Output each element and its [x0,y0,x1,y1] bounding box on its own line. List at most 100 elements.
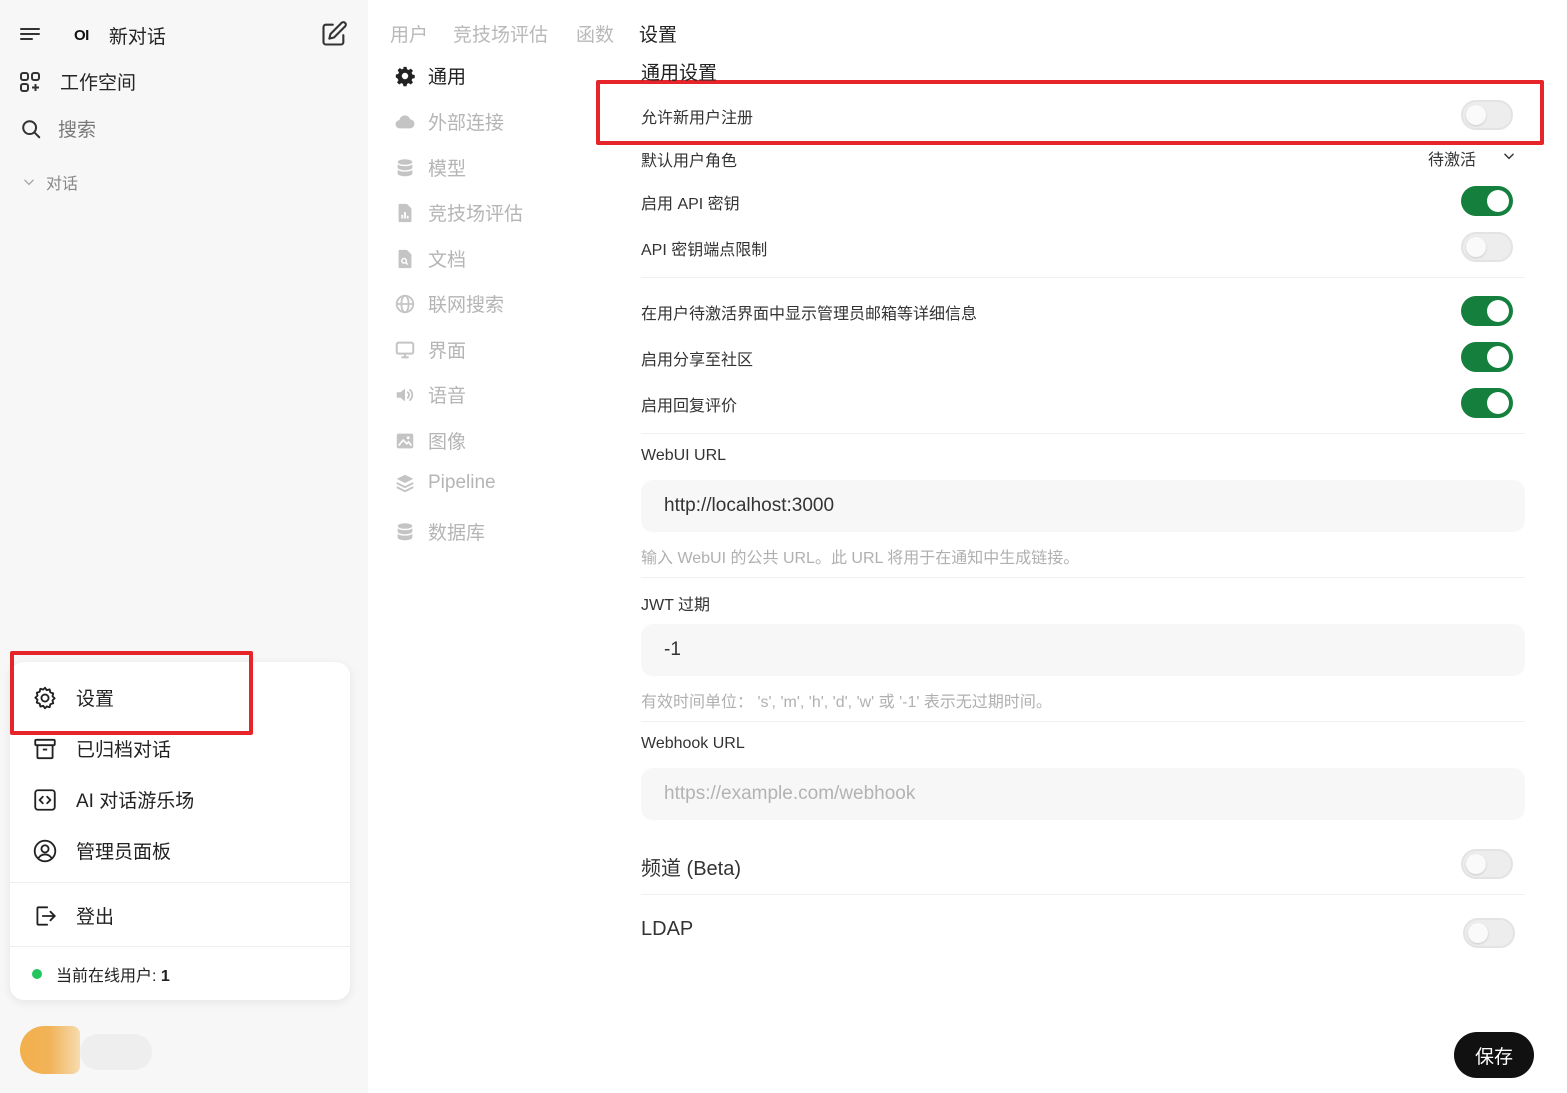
toggle-knob [1487,190,1509,212]
nav-interface-label: 界面 [428,341,467,362]
allow-signup-label: 允许新用户注册 [641,110,754,127]
show-admin-details-label: 在用户待激活界面中显示管理员邮箱等详细信息 [641,306,978,323]
archived-chats-label: 已归档对话 [76,740,172,761]
settings-menu-item[interactable]: 设置 [32,684,114,711]
enable-api-key-toggle[interactable] [1461,186,1513,216]
ldap-label: LDAP [641,918,694,940]
nav-pipelines[interactable]: Pipeline [394,472,496,494]
section-divider [641,721,1525,722]
workspace-label: 工作空间 [60,73,137,94]
database-icon [394,157,416,179]
webui-url-input[interactable]: http://localhost:3000 [641,480,1525,532]
tab-settings[interactable]: 设置 [639,20,677,47]
channels-toggle[interactable] [1461,849,1513,879]
avatar[interactable] [20,1026,80,1074]
app-logo: OI [74,27,89,44]
search-link[interactable]: 搜索 [20,115,96,142]
workspace-link[interactable]: 工作空间 [18,68,136,95]
api-key-endpoint-limit-label: API 密钥端点限制 [641,242,768,259]
community-sharing-toggle[interactable] [1461,342,1513,372]
document-icon [394,248,416,270]
nav-documents[interactable]: 文档 [394,245,466,272]
logout-menu-item[interactable]: 登出 [32,902,114,929]
menu-divider [10,946,350,947]
show-admin-details-toggle[interactable] [1461,296,1513,326]
chats-section-toggle[interactable]: 对话 [22,170,78,194]
default-role-value: 待激活 [1428,152,1477,169]
nav-pipelines-label: Pipeline [428,472,496,493]
default-role-label: 默认用户角色 [641,153,738,170]
user-name-blurred[interactable] [80,1034,152,1070]
database-icon [394,521,416,543]
ldap-toggle[interactable] [1463,918,1515,948]
webui-url-label: WebUI URL [641,447,727,464]
archived-chats-menu-item[interactable]: 已归档对话 [32,735,171,762]
search-label: 搜索 [58,120,97,141]
tab-arena[interactable]: 竞技场评估 [453,20,548,47]
layers-icon [394,472,416,494]
toggle-knob [1487,392,1509,414]
section-title: 通用设置 [641,63,718,84]
nav-web-search[interactable]: 联网搜索 [394,290,504,317]
toggle-knob [1466,105,1486,125]
tab-functions[interactable]: 函数 [576,20,614,47]
new-chat-label: 新对话 [108,27,166,48]
section-divider [641,894,1525,895]
default-role-select[interactable]: 待激活 [1428,146,1516,170]
user-circle-icon [32,838,58,864]
nav-models[interactable]: 模型 [394,154,466,181]
enable-api-key-label: 启用 API 密钥 [641,196,740,213]
admin-panel-label: 管理员面板 [76,842,172,863]
new-chat-button[interactable] [320,20,348,48]
section-divider [641,277,1525,278]
chevron-down-icon [22,175,36,189]
edit-icon [320,20,348,48]
nav-images-label: 图像 [428,432,467,453]
message-rating-toggle[interactable] [1461,388,1513,418]
jwt-expiry-input[interactable]: -1 [641,624,1525,676]
gear-icon [32,685,58,711]
archive-icon [32,736,58,762]
admin-panel-menu-item[interactable]: 管理员面板 [32,837,171,864]
sidebar-toggle-button[interactable] [18,22,42,46]
sidebar: OI 新对话 工作空间 搜索 对话 设置 已归档对话 AI 对话游乐场 管理员面… [0,0,368,1093]
nav-documents-label: 文档 [428,250,467,271]
menu-icon [18,22,42,46]
tab-users[interactable]: 用户 [390,20,428,47]
nav-images[interactable]: 图像 [394,427,466,454]
nav-database[interactable]: 数据库 [394,518,485,545]
jwt-expiry-label: JWT 过期 [641,597,711,614]
api-key-endpoint-limit-toggle[interactable] [1461,232,1513,262]
nav-interface[interactable]: 界面 [394,336,466,363]
toggle-knob [1466,237,1486,257]
speaker-icon [394,384,416,406]
logout-icon [32,903,58,929]
cloud-icon [394,111,416,133]
nav-connections[interactable]: 外部连接 [394,108,504,135]
save-button[interactable]: 保存 [1454,1032,1534,1078]
search-icon [20,118,42,140]
webui-url-hint: 输入 WebUI 的公共 URL。此 URL 将用于在通知中生成链接。 [641,550,1080,567]
webhook-url-input[interactable]: https://example.com/webhook [641,768,1525,820]
user-menu: 设置 已归档对话 AI 对话游乐场 管理员面板 登出 当前在线用户: 1 [10,662,350,1000]
new-chat-link[interactable]: OI 新对话 [74,22,166,49]
nav-audio[interactable]: 语音 [394,381,466,408]
playground-menu-item[interactable]: AI 对话游乐场 [32,786,194,813]
nav-web-search-label: 联网搜索 [428,295,505,316]
menu-divider [10,882,350,883]
chart-file-icon [394,202,416,224]
workspace-icon [18,70,42,94]
nav-general[interactable]: 通用 [394,62,466,89]
nav-audio-label: 语音 [428,386,467,407]
nav-arena-label: 竞技场评估 [428,204,524,225]
online-users-count: 1 [160,968,170,985]
playground-label: AI 对话游乐场 [76,791,195,812]
allow-signup-toggle[interactable] [1461,100,1513,130]
nav-arena[interactable]: 竞技场评估 [394,199,523,226]
jwt-expiry-hint: 有效时间单位： 's', 'm', 'h', 'd', 'w' 或 '-1' 表… [641,694,1052,711]
toggle-knob [1466,854,1486,874]
channels-label: 频道 (Beta) [641,858,742,880]
chats-section-label: 对话 [46,176,79,193]
logout-label: 登出 [76,907,115,928]
online-status-dot [32,969,42,979]
